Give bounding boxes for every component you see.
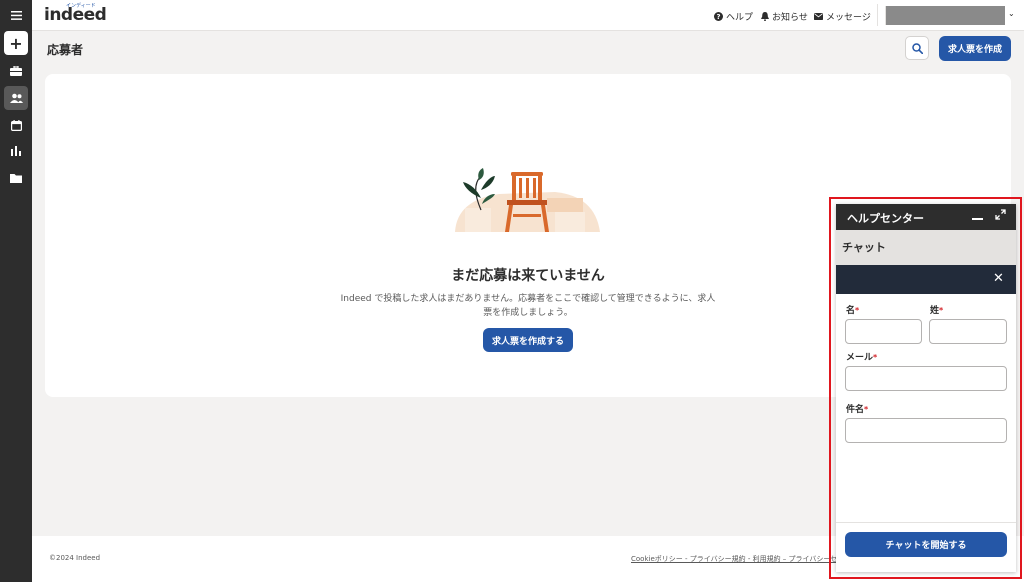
people-icon[interactable] [4,86,28,110]
header-divider [877,4,878,26]
page-title: 応募者 [47,43,84,57]
empty-state-illustration [455,168,600,232]
copyright: ©2024 Indeed [49,554,101,562]
folder-icon[interactable] [4,166,28,190]
empty-state-description: Indeed で投稿した求人はまだありません。応募者をここで確認して管理できるよ… [340,294,716,318]
bell-icon [760,12,769,21]
highlight-box [829,197,1022,579]
messages-link[interactable]: メッセージ [814,10,871,23]
footer-links[interactable]: Cookieポリシー - プライバシー規約 - 利用規約 – プライバシーセン [631,554,844,564]
search-icon [911,42,923,54]
svg-text:?: ? [716,13,720,21]
top-header: indeed インディード ? ヘルプ お知らせ メッセージ ⌄ [32,0,1024,31]
question-icon: ? [714,12,723,21]
help-link[interactable]: ? ヘルプ [714,10,753,23]
search-button[interactable] [905,36,929,60]
help-link-label: ヘルプ [726,13,754,23]
notifications-link[interactable]: お知らせ [760,10,808,23]
left-nav-rail: + [0,0,32,582]
create-job-posting-button[interactable]: 求人票を作成する [483,328,573,352]
notifications-link-label: お知らせ [772,13,808,23]
chevron-down-icon[interactable]: ⌄ [1008,9,1015,18]
account-menu[interactable] [885,6,1005,25]
chart-icon[interactable] [4,139,28,163]
calendar-icon[interactable] [4,113,28,137]
mail-icon [814,12,823,21]
add-icon[interactable]: + [4,31,28,55]
messages-link-label: メッセージ [826,13,871,23]
indeed-logo-subtext: インディード [66,3,96,9]
menu-icon[interactable] [4,3,28,27]
create-job-button[interactable]: 求人票を作成 [939,36,1011,61]
briefcase-icon[interactable] [4,59,28,83]
